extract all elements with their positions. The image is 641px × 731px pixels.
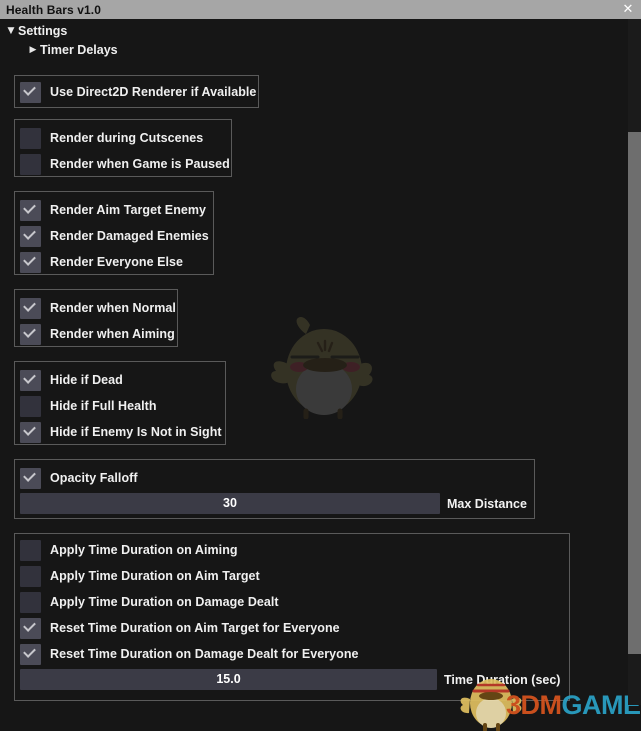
slider-time-duration[interactable]: 15.0: [20, 669, 437, 690]
checkbox-label: Hide if Enemy Is Not in Sight: [50, 425, 222, 439]
tree-item-label: Settings: [18, 24, 68, 38]
checkbox-label: Render when Game is Paused: [50, 157, 230, 171]
checkbox-indicator[interactable]: [20, 565, 41, 587]
checkbox-render-damaged-enemies[interactable]: Render Damaged Enemies: [20, 225, 209, 247]
checkbox-label: Render Aim Target Enemy: [50, 203, 207, 217]
checkbox-label: Hide if Dead: [50, 373, 123, 387]
checkbox-label: Reset Time Duration on Damage Dealt for …: [50, 647, 359, 661]
checkbox-reset-time-duration-on-aim-target-for-everyone[interactable]: Reset Time Duration on Aim Target for Ev…: [20, 617, 340, 639]
checkbox-indicator[interactable]: [20, 225, 41, 247]
checkbox-use-direct2d-renderer[interactable]: Use Direct2D Renderer if Available: [20, 81, 256, 103]
tree-item-timer-delays[interactable]: ▶ Timer Delays: [26, 41, 118, 59]
window-titlebar: Health Bars v1.0 ✕: [0, 0, 641, 19]
checkbox-indicator[interactable]: [20, 369, 41, 391]
checkbox-indicator[interactable]: [20, 421, 41, 443]
checkbox-label: Render when Aiming: [50, 327, 175, 341]
checkbox-label: Apply Time Duration on Aiming: [50, 543, 238, 557]
tree-item-settings[interactable]: ▼ Settings: [4, 22, 68, 40]
checkbox-render-aim-target-enemy[interactable]: Render Aim Target Enemy: [20, 199, 206, 221]
slider-value: 15.0: [216, 672, 241, 686]
checkbox-label: Render during Cutscenes: [50, 131, 204, 145]
vertical-scrollbar-track[interactable]: [628, 19, 641, 705]
slider-max-distance-row: 30 Max Distance: [20, 493, 527, 514]
checkbox-label: Reset Time Duration on Aim Target for Ev…: [50, 621, 340, 635]
slider-time-duration-row: 15.0 Time Duration (sec): [20, 669, 560, 690]
checkbox-label: Apply Time Duration on Aim Target: [50, 569, 260, 583]
checkbox-hide-if-enemy-not-in-sight[interactable]: Hide if Enemy Is Not in Sight: [20, 421, 222, 443]
checkbox-render-during-cutscenes[interactable]: Render during Cutscenes: [20, 127, 203, 149]
checkbox-indicator[interactable]: [20, 297, 41, 319]
checkbox-indicator[interactable]: [20, 617, 41, 639]
slider-caption: Max Distance: [447, 496, 527, 511]
chevron-right-icon[interactable]: ▶: [26, 45, 40, 55]
checkbox-hide-if-full-health[interactable]: Hide if Full Health: [20, 395, 157, 417]
checkbox-label: Apply Time Duration on Damage Dealt: [50, 595, 279, 609]
checkbox-apply-time-duration-on-damage-dealt[interactable]: Apply Time Duration on Damage Dealt: [20, 591, 279, 613]
vertical-scrollbar-thumb[interactable]: [628, 132, 641, 654]
checkbox-render-everyone-else[interactable]: Render Everyone Else: [20, 251, 183, 273]
checkbox-label: Opacity Falloff: [50, 471, 138, 485]
checkbox-indicator[interactable]: [20, 81, 41, 103]
window-title: Health Bars v1.0: [6, 2, 101, 17]
slider-max-distance[interactable]: 30: [20, 493, 440, 514]
checkbox-indicator[interactable]: [20, 127, 41, 149]
checkbox-indicator[interactable]: [20, 539, 41, 561]
checkbox-label: Render Damaged Enemies: [50, 229, 209, 243]
slider-caption: Time Duration (sec): [444, 672, 561, 687]
checkbox-label: Hide if Full Health: [50, 399, 157, 413]
checkbox-opacity-falloff[interactable]: Opacity Falloff: [20, 467, 138, 489]
settings-panel: ▼ Settings ▶ Timer Delays Use Direct2D R…: [0, 19, 641, 731]
slider-value: 30: [223, 496, 237, 510]
checkbox-render-when-game-paused[interactable]: Render when Game is Paused: [20, 153, 230, 175]
checkbox-indicator[interactable]: [20, 395, 41, 417]
close-icon[interactable]: ✕: [615, 0, 641, 19]
bird-mascot-icon: [266, 313, 378, 420]
checkbox-indicator[interactable]: [20, 467, 41, 489]
checkbox-indicator[interactable]: [20, 199, 41, 221]
checkbox-apply-time-duration-on-aim-target[interactable]: Apply Time Duration on Aim Target: [20, 565, 260, 587]
tree-item-label: Timer Delays: [40, 43, 118, 57]
checkbox-label: Use Direct2D Renderer if Available: [50, 85, 257, 99]
checkbox-indicator[interactable]: [20, 251, 41, 273]
checkbox-label: Render when Normal: [50, 301, 176, 315]
checkbox-render-when-normal[interactable]: Render when Normal: [20, 297, 176, 319]
chevron-down-icon[interactable]: ▼: [4, 26, 18, 36]
checkbox-hide-if-dead[interactable]: Hide if Dead: [20, 369, 123, 391]
checkbox-indicator[interactable]: [20, 323, 41, 345]
checkbox-indicator[interactable]: [20, 643, 41, 665]
checkbox-indicator[interactable]: [20, 591, 41, 613]
checkbox-apply-time-duration-on-aiming[interactable]: Apply Time Duration on Aiming: [20, 539, 238, 561]
checkbox-reset-time-duration-on-damage-dealt-for-everyone[interactable]: Reset Time Duration on Damage Dealt for …: [20, 643, 359, 665]
checkbox-label: Render Everyone Else: [50, 255, 184, 269]
checkbox-render-when-aiming[interactable]: Render when Aiming: [20, 323, 175, 345]
checkbox-indicator[interactable]: [20, 153, 41, 175]
